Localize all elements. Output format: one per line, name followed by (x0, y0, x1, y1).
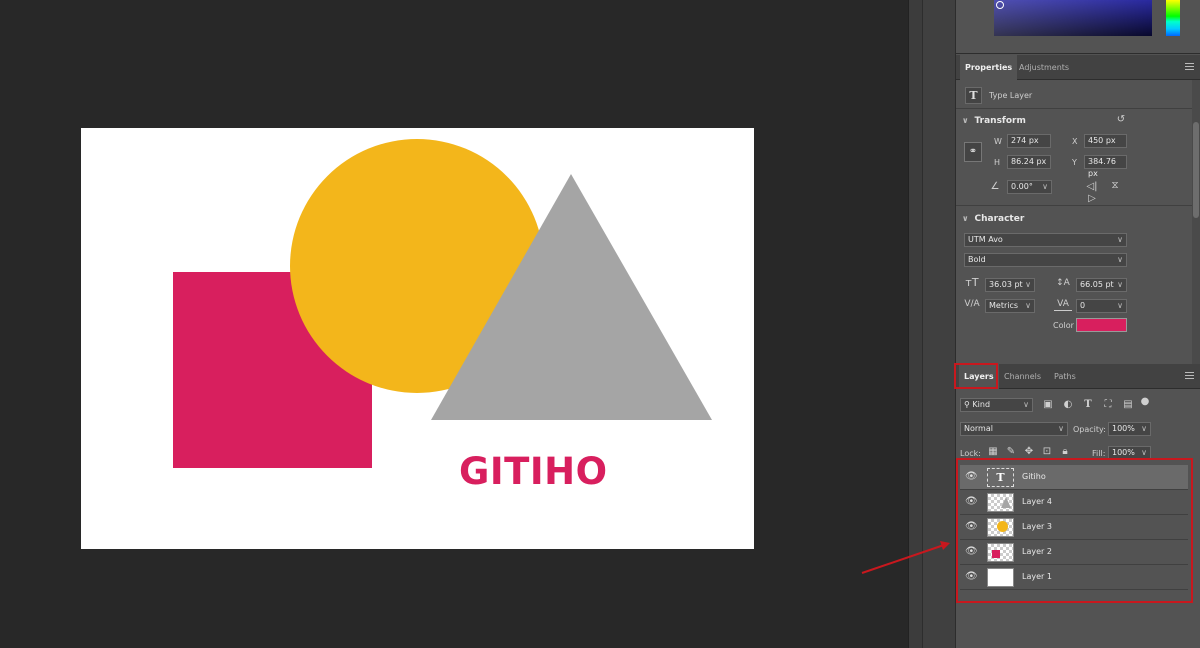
angle-value: 0.00° (1011, 182, 1033, 191)
color-picker-field[interactable] (994, 0, 1152, 36)
divider (956, 205, 1192, 206)
opacity-value: 100% (1112, 424, 1135, 433)
filter-shape-icon[interactable]: ⛶ (1102, 399, 1114, 411)
width-label: W (994, 137, 1002, 146)
tab-channels[interactable]: Channels (999, 364, 1046, 389)
kerning-select[interactable]: Metrics ∨ (985, 299, 1035, 313)
font-family-value: UTM Avo (968, 235, 1003, 244)
tracking-icon: VA (1054, 298, 1072, 311)
font-size-field[interactable]: 36.03 pt ∨ (985, 278, 1035, 292)
leading-value: 66.05 pt (1080, 280, 1114, 289)
layer-filter-kind-select[interactable]: ⚲ Kind ∨ (960, 398, 1033, 412)
flip-vertical-icon[interactable]: ⧖ (1108, 180, 1122, 192)
lock-all-icon[interactable]: 🔒︎ (1059, 446, 1071, 458)
blend-mode-value: Normal (964, 424, 993, 433)
character-heading: Character (974, 214, 1025, 224)
font-style-select[interactable]: Bold ∨ (964, 253, 1127, 267)
lock-transparent-icon[interactable]: ▦ (987, 446, 999, 458)
filter-smart-object-icon[interactable]: ▤ (1122, 399, 1134, 411)
filter-adjustment-icon[interactable]: ◐ (1062, 399, 1074, 411)
y-label: Y (1072, 158, 1077, 167)
lock-label: Lock: (960, 449, 981, 458)
properties-scrollbar[interactable] (1192, 80, 1200, 364)
layer-kind-label: Type Layer (989, 91, 1033, 100)
link-proportions-icon[interactable]: ⚭ (964, 142, 982, 162)
lock-artboard-icon[interactable]: ⊡ (1041, 446, 1053, 458)
hue-slider[interactable] (1166, 0, 1180, 36)
chevron-down-icon: ∨ (1117, 301, 1123, 310)
text-color-swatch[interactable] (1076, 318, 1127, 332)
color-label: Color (1053, 321, 1074, 330)
chevron-down-icon: ∨ (1058, 424, 1064, 433)
lock-position-icon[interactable]: ✥ (1023, 446, 1035, 458)
document-workspace[interactable]: GITIHO (0, 0, 908, 648)
chevron-down-icon: ∨ (1025, 301, 1031, 310)
chevron-down-icon: ∨ (1117, 255, 1123, 264)
reset-icon[interactable]: ↺ (1114, 114, 1128, 126)
chevron-down-icon: ∨ (962, 116, 969, 125)
tab-adjustments[interactable]: Adjustments (1014, 55, 1074, 80)
blend-mode-select[interactable]: Normal ∨ (960, 422, 1068, 436)
height-field[interactable]: 86.24 px (1007, 155, 1051, 169)
y-position-field[interactable]: 384.76 px (1084, 155, 1127, 178)
chevron-down-icon: ∨ (1025, 280, 1031, 289)
angle-field[interactable]: 0.00° ∨ (1007, 180, 1052, 194)
angle-icon: ∠ (990, 181, 1000, 192)
width-field[interactable]: 274 px (1007, 134, 1051, 148)
font-family-select[interactable]: UTM Avo ∨ (964, 233, 1127, 247)
leading-icon: ↕A (1056, 278, 1070, 288)
panel-menu-icon[interactable] (1185, 372, 1194, 379)
transform-heading: Transform (974, 116, 1026, 126)
leading-field[interactable]: 66.05 pt ∨ (1076, 278, 1127, 292)
chevron-down-icon: ∨ (1023, 400, 1029, 409)
chevron-down-icon: ∨ (1141, 424, 1147, 433)
type-layer-icon: T (965, 87, 982, 104)
gray-triangle-shape[interactable] (81, 128, 754, 549)
height-label: H (994, 158, 1001, 167)
fill-label: Fill: (1092, 449, 1106, 458)
lock-image-icon[interactable]: ✎ (1005, 446, 1017, 458)
tab-paths[interactable]: Paths (1049, 364, 1081, 389)
font-size-icon: ᴛT (965, 276, 979, 289)
filter-pixel-icon[interactable]: ▣ (1042, 399, 1054, 411)
filter-type-icon[interactable]: T (1082, 399, 1094, 411)
chevron-down-icon: ∨ (1117, 280, 1123, 289)
kerning-value: Metrics (989, 301, 1019, 310)
chevron-down-icon: ∨ (1117, 235, 1123, 244)
kerning-icon: V/A (964, 299, 980, 309)
fill-value: 100% (1112, 448, 1135, 457)
gitiho-text-layer[interactable]: GITIHO (459, 450, 609, 493)
divider (956, 108, 1192, 109)
tab-properties[interactable]: Properties (960, 55, 1018, 80)
x-label: X (1072, 137, 1078, 146)
x-position-field[interactable]: 450 px (1084, 134, 1127, 148)
font-style-value: Bold (968, 255, 986, 264)
document-canvas[interactable]: GITIHO (81, 128, 754, 549)
filter-toggle-icon[interactable]: ● (1140, 396, 1150, 408)
properties-tabbar: Properties Adjustments (956, 55, 1200, 80)
color-picker-handle[interactable] (996, 1, 1004, 9)
flip-horizontal-icon[interactable]: ◁|▷ (1084, 181, 1100, 205)
layer-list-highlight (956, 458, 1193, 603)
color-panel (956, 0, 1200, 54)
tracking-field[interactable]: 0 ∨ (1076, 299, 1127, 313)
transform-section-header[interactable]: ∨ Transform (962, 116, 1026, 126)
panel-menu-icon[interactable] (1185, 63, 1194, 70)
chevron-down-icon: ∨ (962, 214, 969, 223)
opacity-label: Opacity: (1073, 425, 1106, 434)
opacity-field[interactable]: 100% ∨ (1108, 422, 1151, 436)
scrollbar-thumb[interactable] (1193, 122, 1199, 218)
character-section-header[interactable]: ∨ Character (962, 214, 1024, 224)
chevron-down-icon: ∨ (1042, 182, 1048, 191)
filter-kind-value: Kind (972, 400, 991, 409)
annotation-arrow-icon (861, 541, 950, 574)
layers-tab-highlight (954, 363, 998, 389)
tracking-value: 0 (1080, 301, 1086, 310)
font-size-value: 36.03 pt (989, 280, 1023, 289)
